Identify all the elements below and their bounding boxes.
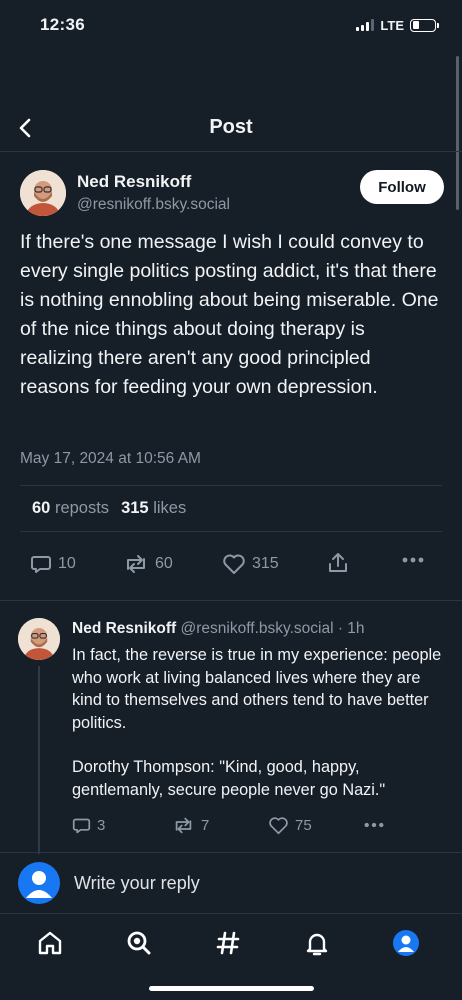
reply-header: Ned Resnikoff @resnikoff.bsky.social · 1…	[72, 620, 365, 638]
reply-meta: @resnikoff.bsky.social · 1h	[180, 620, 365, 637]
search-icon	[127, 931, 151, 955]
author-handle[interactable]: @resnikoff.bsky.social	[77, 196, 230, 214]
reply-actions: 3 7 75	[72, 816, 442, 840]
share-icon	[329, 553, 347, 572]
repost-count: 7	[201, 817, 210, 834]
share-button[interactable]	[327, 551, 349, 575]
reply-button[interactable]: 10	[30, 553, 76, 575]
like-count: 315	[252, 555, 279, 572]
divider	[0, 600, 462, 601]
battery-icon	[410, 18, 439, 32]
reply-paragraph: Dorothy Thompson: "Kind, good, happy, ge…	[72, 758, 386, 799]
like-count: 75	[295, 817, 312, 834]
reply-input[interactable]: Write your reply	[74, 873, 200, 894]
post-actions: 10 60 315	[30, 547, 432, 583]
heart-icon	[223, 554, 245, 574]
follow-button[interactable]: Follow	[360, 170, 444, 204]
reply-count: 3	[97, 817, 106, 834]
repost-icon	[175, 817, 192, 834]
feeds-hash-icon	[216, 931, 240, 955]
repost-button[interactable]: 7	[172, 816, 209, 835]
like-button[interactable]: 315	[222, 553, 279, 575]
likes-stat[interactable]: 315 likes	[121, 499, 186, 518]
more-dots-icon	[402, 557, 424, 563]
reply-author-name[interactable]: Ned Resnikoff	[72, 620, 176, 637]
status-time: 12:36	[40, 15, 85, 34]
notifications-bell-icon	[306, 933, 328, 956]
reply-paragraph: In fact, the reverse is true in my exper…	[72, 646, 442, 732]
avatar[interactable]	[20, 170, 66, 216]
profile-icon	[393, 930, 419, 956]
thread-line	[38, 666, 40, 854]
home-indicator[interactable]	[149, 986, 314, 991]
tab-search[interactable]	[124, 928, 154, 958]
default-avatar-icon	[26, 871, 52, 898]
author-display-name[interactable]: Ned Resnikoff	[77, 172, 230, 192]
comment-icon	[72, 818, 91, 834]
post-text: If there's one message I wish I could co…	[20, 231, 439, 398]
more-options-button[interactable]	[364, 822, 384, 828]
signal-icon	[356, 19, 375, 31]
tab-profile[interactable]	[391, 928, 421, 958]
more-options-button[interactable]	[402, 557, 424, 563]
reply-text: In fact, the reverse is true in my exper…	[72, 644, 452, 801]
repost-icon	[127, 555, 145, 573]
heart-icon	[269, 817, 288, 835]
user-avatar	[18, 862, 60, 904]
repost-button[interactable]: 60	[123, 553, 173, 575]
post-timestamp: May 17, 2024 at 10:56 AM	[20, 450, 201, 467]
post-author-row: Ned Resnikoff @resnikoff.bsky.social Fol…	[20, 170, 444, 218]
home-icon	[38, 931, 62, 955]
reply-composer[interactable]: Write your reply	[0, 852, 462, 914]
back-button[interactable]	[14, 116, 36, 140]
reply-button[interactable]: 3	[72, 816, 105, 835]
avatar[interactable]	[18, 618, 60, 660]
comment-icon	[31, 556, 51, 573]
tab-notifications[interactable]	[302, 928, 332, 958]
page-title: Post	[209, 116, 253, 138]
like-button[interactable]: 75	[268, 816, 312, 835]
reply-count: 10	[58, 555, 76, 572]
post-stats: 60 reposts 315 likes	[20, 485, 442, 532]
status-bar: 12:36 LTE	[0, 0, 462, 50]
page-header: Post	[0, 104, 462, 152]
network-label: LTE	[380, 17, 404, 33]
bottom-tab-bar	[0, 916, 462, 972]
repost-count: 60	[155, 555, 173, 572]
tab-home[interactable]	[35, 928, 65, 958]
status-indicators: LTE	[356, 17, 439, 33]
tab-feeds[interactable]	[213, 928, 243, 958]
reposts-stat[interactable]: 60 reposts	[32, 499, 109, 518]
chevron-left-icon	[19, 118, 31, 138]
more-dots-icon	[364, 822, 384, 828]
